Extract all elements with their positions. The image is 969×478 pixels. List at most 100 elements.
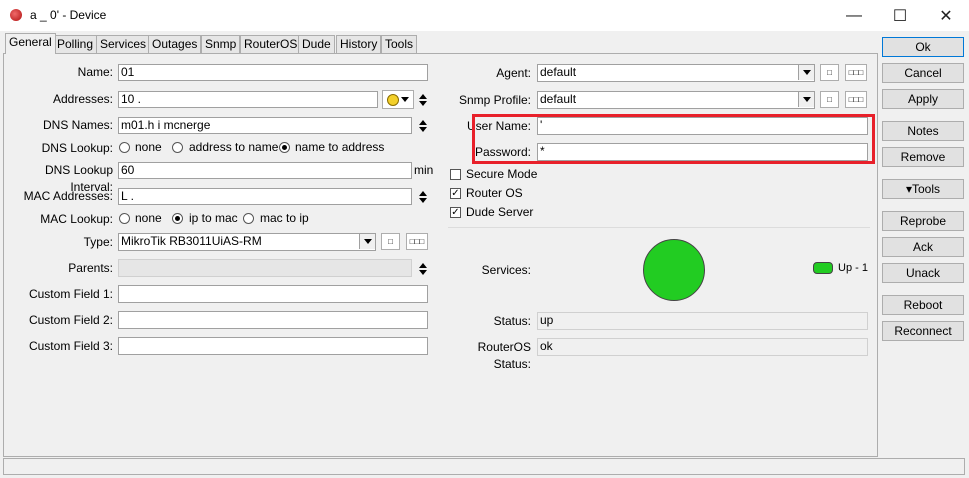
- addresses-updown-icon[interactable]: [418, 91, 428, 108]
- dns-lookup-interval-field[interactable]: 60: [118, 162, 412, 179]
- ack-button[interactable]: Ack: [882, 237, 964, 257]
- reprobe-button[interactable]: Reprobe: [882, 211, 964, 231]
- tab-routeros[interactable]: RouterOS: [240, 35, 302, 53]
- dns-names-label: DNS Names:: [42, 118, 113, 132]
- chevron-down-icon[interactable]: [798, 92, 814, 107]
- mac-addresses-updown-icon[interactable]: [418, 188, 428, 205]
- custom-field-3-input[interactable]: [118, 337, 428, 355]
- tools-button[interactable]: ▾Tools: [882, 179, 964, 199]
- cancel-button[interactable]: Cancel: [882, 63, 964, 83]
- parents-field[interactable]: [118, 259, 412, 277]
- up-legend-label: Up - 1: [838, 262, 868, 274]
- close-icon[interactable]: ✕: [923, 0, 969, 31]
- type-label: Type:: [83, 235, 113, 249]
- dns-lookup-name-to-address-radio[interactable]: [279, 142, 290, 153]
- type-small-button[interactable]: □: [381, 233, 400, 250]
- secure-mode-label: Secure Mode: [466, 167, 538, 181]
- window-title: a _ 0' - Device: [30, 8, 107, 22]
- dns-lookup-address-to-name-radio[interactable]: [172, 142, 183, 153]
- name-label: Name:: [77, 65, 113, 79]
- agent-more-button[interactable]: □□□: [845, 64, 867, 81]
- app-icon: [10, 9, 22, 21]
- dude-server-checkbox[interactable]: ✓: [450, 207, 461, 218]
- tab-general[interactable]: General: [5, 33, 56, 54]
- custom-field-2-input[interactable]: [118, 311, 428, 329]
- custom-field-1-input[interactable]: [118, 285, 428, 303]
- apply-button[interactable]: Apply: [882, 89, 964, 109]
- address-lookup-button[interactable]: [382, 90, 414, 109]
- dns-lookup-name-to-address-label: name to address: [295, 140, 385, 154]
- reboot-button[interactable]: Reboot: [882, 295, 964, 315]
- title-bar: a _ 0' - Device — ☐ ✕: [0, 0, 969, 31]
- parents-label: Parents:: [68, 261, 113, 275]
- reconnect-button[interactable]: Reconnect: [882, 321, 964, 341]
- dude-server-label: Dude Server: [466, 205, 534, 219]
- minimize-icon[interactable]: —: [831, 0, 877, 31]
- type-select[interactable]: MikroTik RB3011UiAS-RM: [118, 233, 376, 251]
- maximize-icon[interactable]: ☐: [877, 0, 923, 31]
- tab-history[interactable]: History: [336, 35, 382, 53]
- status-bar: [3, 458, 965, 475]
- dns-lookup-address-to-name-label: address to name: [189, 140, 279, 154]
- snmp-more-button[interactable]: □□□: [845, 91, 867, 108]
- tab-snmp[interactable]: Snmp: [201, 35, 241, 53]
- services-status-circle[interactable]: [643, 239, 705, 301]
- services-label: Services:: [481, 263, 531, 277]
- router-os-checkbox[interactable]: ✓: [450, 188, 461, 199]
- snmp-profile-select[interactable]: default: [537, 91, 815, 109]
- parents-updown-icon[interactable]: [418, 260, 428, 277]
- snmp-profile-value: default: [540, 92, 577, 106]
- divider: [448, 227, 870, 228]
- tab-polling[interactable]: Polling: [53, 35, 98, 53]
- mac-lookup-none-label: none: [135, 211, 162, 225]
- ok-button[interactable]: Ok: [882, 37, 964, 57]
- sun-icon: [387, 93, 399, 106]
- tab-tools[interactable]: Tools: [381, 35, 418, 53]
- snmp-small-button[interactable]: □: [820, 91, 839, 108]
- routeros-status-label: RouterOS Status:: [477, 340, 531, 371]
- tab-services[interactable]: Services: [96, 35, 151, 53]
- addresses-label: Addresses:: [52, 92, 113, 106]
- chevron-down-icon[interactable]: [798, 65, 814, 80]
- custom-field-3-label: Custom Field 3:: [28, 339, 113, 353]
- chevron-down-icon[interactable]: [359, 234, 375, 249]
- agent-label: Agent:: [496, 66, 531, 80]
- status-label: Status:: [493, 314, 531, 328]
- mac-lookup-none-radio[interactable]: [119, 213, 130, 224]
- notes-button[interactable]: Notes: [882, 121, 964, 141]
- mac-addresses-label: MAC Addresses:: [23, 189, 113, 203]
- unack-button[interactable]: Unack: [882, 263, 964, 283]
- secure-mode-checkbox[interactable]: [450, 169, 461, 180]
- dns-lookup-label: DNS Lookup:: [41, 141, 113, 155]
- router-os-label: Router OS: [466, 186, 523, 200]
- dns-names-updown-icon[interactable]: [418, 117, 428, 134]
- chevron-down-icon: [401, 97, 409, 102]
- tab-dude[interactable]: Dude: [298, 35, 335, 53]
- type-more-button[interactable]: □□□: [406, 233, 428, 250]
- dns-names-field[interactable]: m01.h i mcnerge: [118, 117, 412, 134]
- mac-lookup-ip-to-mac-label: ip to mac: [189, 211, 238, 225]
- interval-unit: min: [414, 163, 434, 177]
- up-legend-swatch: [813, 262, 833, 274]
- highlight-box: [472, 114, 875, 164]
- custom-field-1-label: Custom Field 1:: [28, 287, 113, 301]
- remove-button[interactable]: Remove: [882, 147, 964, 167]
- mac-lookup-mac-to-ip-label: mac to ip: [260, 211, 309, 225]
- mac-lookup-ip-to-mac-radio[interactable]: [172, 213, 183, 224]
- status-value: up: [537, 312, 868, 330]
- dns-lookup-none-radio[interactable]: [119, 142, 130, 153]
- tab-outages[interactable]: Outages: [148, 35, 202, 53]
- name-field[interactable]: 01: [118, 64, 428, 81]
- agent-select[interactable]: default: [537, 64, 815, 82]
- mac-lookup-label: MAC Lookup:: [40, 212, 113, 226]
- snmp-profile-label: Snmp Profile:: [458, 93, 531, 107]
- mac-lookup-mac-to-ip-radio[interactable]: [243, 213, 254, 224]
- dns-lookup-none-label: none: [135, 140, 162, 154]
- agent-small-button[interactable]: □: [820, 64, 839, 81]
- routeros-status-value: ok: [537, 338, 868, 356]
- mac-addresses-field[interactable]: L .: [118, 188, 412, 205]
- dns-lookup-interval-label: DNS Lookup Interval:: [44, 163, 113, 194]
- type-value: MikroTik RB3011UiAS-RM: [121, 234, 262, 248]
- agent-value: default: [540, 65, 577, 79]
- addresses-field[interactable]: 10 .: [118, 91, 378, 108]
